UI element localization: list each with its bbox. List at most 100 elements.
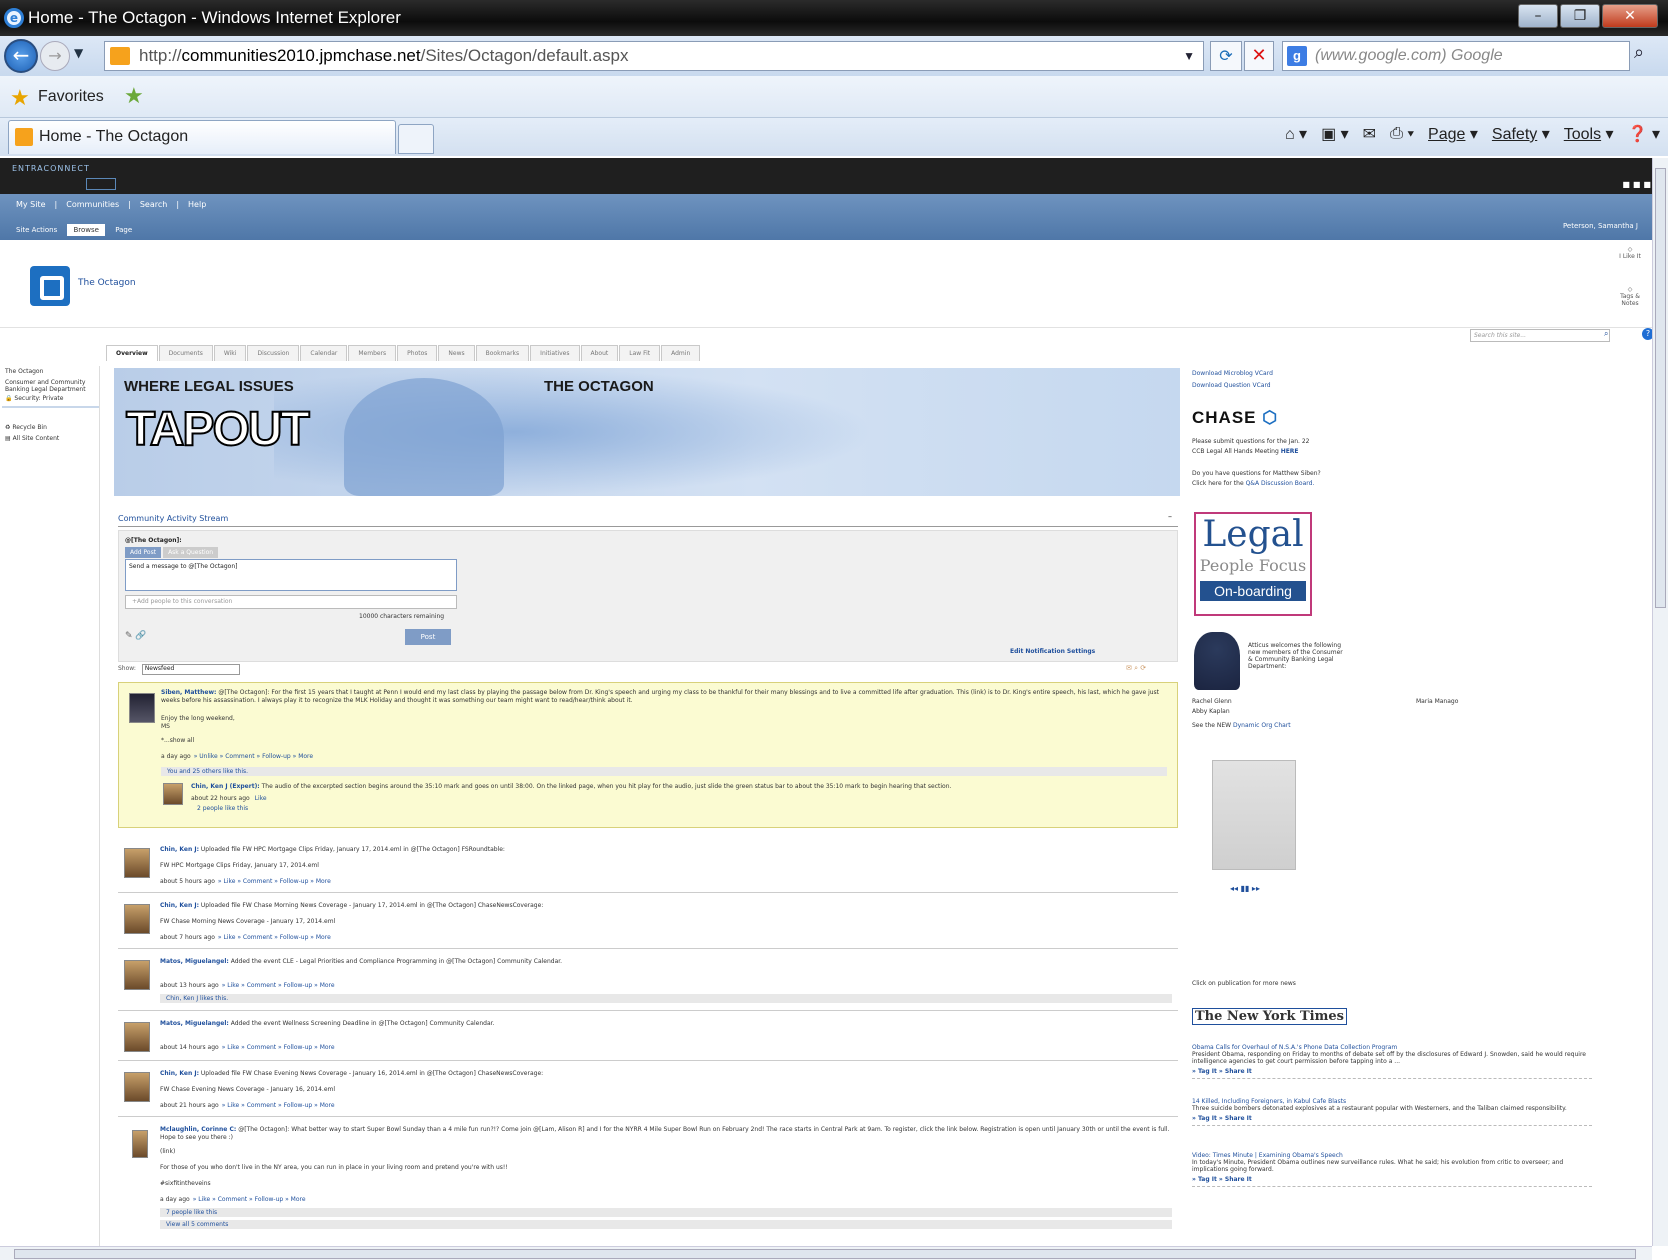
news-title[interactable]: Video: Times Minute | Examining Obama's … [1192,1152,1592,1159]
tab-news[interactable]: News [438,345,475,361]
avatar[interactable] [124,1072,150,1102]
post-actions[interactable]: » Unlike » Comment » Follow-up » More [194,753,313,760]
post-file-link[interactable]: FW Chase Evening News Coverage - January… [160,1086,335,1094]
avatar[interactable] [124,960,150,990]
reply-likes[interactable]: 2 people like this [197,805,248,812]
tab-overview[interactable]: Overview [106,345,158,361]
avatar[interactable] [124,1022,150,1052]
user-menu[interactable]: Peterson, Samantha J [1563,222,1638,230]
stream-collapse-icon[interactable]: – [1168,512,1172,521]
back-button[interactable]: ← [4,39,38,73]
favorites-button[interactable]: Favorites [38,88,104,106]
site-title[interactable]: The Octagon [78,278,136,288]
download-question-vcard-link[interactable]: Download Question VCard [1192,382,1271,389]
qa-board-link[interactable]: Q&A Discussion Board. [1246,480,1315,487]
ribbon-browse-tab[interactable]: Browse [67,224,105,236]
here-link[interactable]: HERE [1281,448,1299,455]
topbar-box[interactable] [86,178,116,190]
new-tab-button[interactable] [398,124,434,154]
post-author[interactable]: Matos, Miguelangel: [160,958,229,965]
feeds-icon[interactable]: ▣ ▾ [1321,124,1349,144]
post-actions[interactable]: » Like » Comment » Follow-up » More [218,878,331,885]
avatar[interactable] [132,1130,148,1158]
ribbon-page-tab[interactable]: Page [115,226,132,234]
feed-tools-icons[interactable]: ✉ ⌕ ⟳ [1126,664,1146,673]
add-favorite-icon[interactable]: ★ [124,84,144,109]
download-microblog-vcard-link[interactable]: Download Microblog VCard [1192,370,1273,377]
site-actions-menu[interactable]: Site Actions [16,226,57,234]
ql-recycle-bin[interactable]: Recycle Bin [12,424,47,431]
mail-icon[interactable]: ✉ [1363,124,1376,144]
tab-wiki[interactable]: Wiki [213,345,247,361]
post-actions[interactable]: » Like » Comment » Follow-up » More [193,1196,306,1203]
tab-admin[interactable]: Admin [661,345,701,361]
vertical-scroll-thumb[interactable] [1655,168,1666,608]
post-author[interactable]: Matos, Miguelangel: [160,1020,229,1027]
minimize-button[interactable]: – [1518,4,1558,28]
post-button[interactable]: Post [405,629,451,645]
message-input[interactable]: Send a message to @[The Octagon] [125,559,457,591]
tab-law-fit[interactable]: Law Fit [619,345,661,361]
tab-about[interactable]: About [580,345,619,361]
reply-author[interactable]: Chin, Ken J (Expert): [191,783,260,790]
ql-all-site-content[interactable]: All Site Content [13,435,60,442]
post-actions[interactable]: » Like » Comment » Follow-up » More [218,934,331,941]
browser-tab[interactable]: Home - The Octagon [8,120,396,154]
news-title[interactable]: Obama Calls for Overhaul of N.S.A.'s Pho… [1192,1044,1592,1051]
search-icon[interactable]: ⌕ [1634,42,1644,63]
address-bar[interactable]: http://communities2010.jpmchase.net/Site… [104,41,1204,71]
tools-menu[interactable]: Tools ▾ [1564,124,1614,144]
feed-filter-select[interactable]: Newsfeed [141,664,240,675]
history-dropdown-icon[interactable]: ▼ [74,46,83,60]
photo-slideshow[interactable] [1212,760,1296,870]
slideshow-controls[interactable]: ◂◂ ▮▮ ▸▸ [1230,884,1260,893]
tab-documents[interactable]: Documents [158,345,213,361]
stop-button[interactable]: ✕ [1244,41,1274,71]
favorites-star-icon[interactable]: ★ [10,86,30,111]
avatar[interactable] [124,848,150,878]
news-tags[interactable]: » Tag It » Share It [1192,1068,1592,1075]
ql-dept-text[interactable]: Consumer and Community Banking Legal Dep… [5,379,96,393]
safety-menu[interactable]: Safety ▾ [1492,124,1550,144]
tab-members[interactable]: Members [348,345,397,361]
likes-row[interactable]: 7 people like this [160,1208,1172,1217]
tab-initiatives[interactable]: Initiatives [530,345,580,361]
post-author[interactable]: Siben, Matthew: [161,689,216,696]
post-file-link[interactable]: FW Chase Morning News Coverage - January… [160,918,335,926]
avatar[interactable] [163,783,183,805]
post-actions[interactable]: » Like » Comment » Follow-up » More [222,982,335,989]
brand-logo[interactable]: ENTRACONNECT [12,164,90,173]
post-link[interactable]: (link) [160,1148,175,1156]
post-actions[interactable]: » Like » Comment » Follow-up » More [222,1044,335,1051]
ask-question-tab[interactable]: Ask a Question [163,547,219,558]
add-post-tab[interactable]: Add Post [125,547,162,558]
likes-row[interactable]: Chin, Ken J likes this. [160,994,1172,1003]
search-input[interactable]: g (www.google.com) Google [1282,41,1630,71]
view-comments-link[interactable]: View all 5 comments [160,1220,1172,1229]
tags-notes-button[interactable]: ◇ Tags & Notes [1616,286,1644,307]
news-title[interactable]: 14 Killed, Including Foreigners, in Kabu… [1192,1098,1592,1105]
post-file-link[interactable]: FW HPC Mortgage Clips Friday, January 17… [160,862,319,870]
nyt-logo[interactable]: The New York Times [1192,1008,1347,1025]
maximize-button[interactable]: ❐ [1560,4,1600,28]
avatar[interactable] [129,693,155,723]
reply-like-link[interactable]: Like [255,795,267,802]
post-actions[interactable]: » Like » Comment » Follow-up » More [222,1102,335,1109]
legal-onboarding-banner[interactable]: Legal People Focus On-boarding [1194,512,1312,616]
stream-title[interactable]: Community Activity Stream [118,514,228,523]
i-like-it-button[interactable]: ◇ I Like It [1616,246,1644,260]
tab-discussion[interactable]: Discussion [247,345,300,361]
ql-site[interactable]: The Octagon [2,366,99,377]
horizontal-scroll-thumb[interactable] [14,1249,1636,1259]
vertical-scrollbar[interactable] [1652,158,1668,1246]
close-button[interactable]: ✕ [1602,4,1658,28]
print-icon[interactable]: ⎙ ▾ [1390,125,1414,143]
attach-icon[interactable]: ✎ 🔗 [125,631,147,641]
help-icon[interactable]: ❓ ▾ [1628,124,1660,144]
nav-my-site[interactable]: My Site [16,200,46,209]
news-tags[interactable]: » Tag It » Share It [1192,1115,1592,1122]
post-author[interactable]: Chin, Ken J: [160,902,199,909]
horizontal-scrollbar[interactable] [0,1246,1652,1260]
likes-row[interactable]: You and 25 others like this. [161,767,1167,776]
site-search-input[interactable]: Search this site... [1470,329,1610,342]
